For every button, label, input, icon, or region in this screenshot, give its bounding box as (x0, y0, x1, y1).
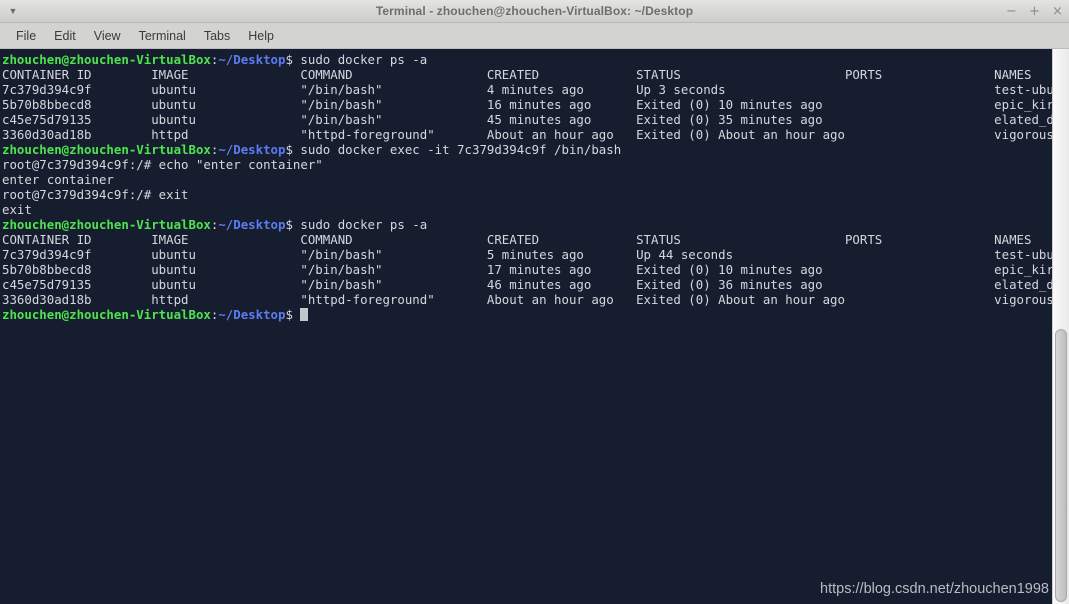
title-bar: ▼ Terminal - zhouchen@zhouchen-VirtualBo… (0, 0, 1069, 23)
close-button[interactable]: × (1052, 5, 1063, 18)
terminal-output-text: CONTAINER ID IMAGE COMMAND CREATED STATU… (2, 232, 1032, 247)
menu-item-file[interactable]: File (7, 26, 45, 46)
terminal-window: ▼ Terminal - zhouchen@zhouchen-VirtualBo… (0, 0, 1069, 604)
prompt-path: ~/Desktop (218, 52, 286, 67)
terminal-output-text: 7c379d394c9f ubuntu "/bin/bash" 5 minute… (2, 247, 1052, 262)
terminal-line: c45e75d79135 ubuntu "/bin/bash" 45 minut… (2, 112, 1052, 127)
terminal-output[interactable]: zhouchen@zhouchen-VirtualBox:~/Desktop$ … (0, 49, 1052, 604)
terminal-output-text: 3360d30ad18b httpd "httpd-foreground" Ab… (2, 292, 1052, 307)
terminal-output-text: 5b70b8bbecd8 ubuntu "/bin/bash" 17 minut… (2, 262, 1052, 277)
terminal-output-text: 3360d30ad18b httpd "httpd-foreground" Ab… (2, 127, 1052, 142)
terminal-line: zhouchen@zhouchen-VirtualBox:~/Desktop$ … (2, 142, 1052, 157)
caret-down-icon[interactable]: ▼ (0, 0, 26, 22)
terminal-line: 5b70b8bbecd8 ubuntu "/bin/bash" 17 minut… (2, 262, 1052, 277)
prompt-dollar: $ (285, 307, 301, 322)
terminal-command: echo "enter container" (158, 157, 323, 172)
window-title: Terminal - zhouchen@zhouchen-VirtualBox:… (375, 4, 694, 18)
menu-bar: File Edit View Terminal Tabs Help (0, 23, 1069, 49)
terminal-line: enter container (2, 172, 1052, 187)
terminal-scrollbar[interactable] (1052, 49, 1069, 604)
scrollbar-thumb[interactable] (1055, 329, 1067, 602)
terminal-output-text: c45e75d79135 ubuntu "/bin/bash" 45 minut… (2, 112, 1052, 127)
menu-item-view[interactable]: View (85, 26, 130, 46)
terminal-command: sudo docker exec -it 7c379d394c9f /bin/b… (300, 142, 622, 157)
terminal-line: 5b70b8bbecd8 ubuntu "/bin/bash" 16 minut… (2, 97, 1052, 112)
prompt-dollar: $ (285, 142, 301, 157)
prompt-path: ~/Desktop (218, 307, 286, 322)
prompt-user-host: zhouchen@zhouchen-VirtualBox (2, 52, 211, 67)
prompt-user-host: zhouchen@zhouchen-VirtualBox (2, 142, 211, 157)
terminal-line: root@7c379d394c9f:/# echo "enter contain… (2, 157, 1052, 172)
terminal-line: zhouchen@zhouchen-VirtualBox:~/Desktop$ … (2, 217, 1052, 232)
menu-item-tabs[interactable]: Tabs (195, 26, 239, 46)
prompt-path: ~/Desktop (218, 217, 286, 232)
menu-item-edit[interactable]: Edit (45, 26, 85, 46)
root-prompt: root@7c379d394c9f:/# (2, 157, 159, 172)
terminal-line: 3360d30ad18b httpd "httpd-foreground" Ab… (2, 127, 1052, 142)
prompt-user-host: zhouchen@zhouchen-VirtualBox (2, 217, 211, 232)
terminal-line: 3360d30ad18b httpd "httpd-foreground" Ab… (2, 292, 1052, 307)
terminal-line: CONTAINER ID IMAGE COMMAND CREATED STATU… (2, 67, 1052, 82)
prompt-path: ~/Desktop (218, 142, 286, 157)
terminal-line: 7c379d394c9f ubuntu "/bin/bash" 5 minute… (2, 247, 1052, 262)
root-prompt: root@7c379d394c9f:/# (2, 187, 159, 202)
window-controls: − + × (1006, 0, 1063, 22)
terminal-output-text: 5b70b8bbecd8 ubuntu "/bin/bash" 16 minut… (2, 97, 1052, 112)
terminal-output-text: 7c379d394c9f ubuntu "/bin/bash" 4 minute… (2, 82, 1052, 97)
prompt-dollar: $ (285, 217, 301, 232)
minimize-button[interactable]: − (1006, 5, 1017, 18)
prompt-dollar: $ (285, 52, 301, 67)
terminal-command: sudo docker ps -a (300, 52, 428, 67)
maximize-button[interactable]: + (1029, 5, 1040, 18)
terminal-area[interactable]: zhouchen@zhouchen-VirtualBox:~/Desktop$ … (0, 49, 1069, 604)
terminal-line: 7c379d394c9f ubuntu "/bin/bash" 4 minute… (2, 82, 1052, 97)
terminal-line: zhouchen@zhouchen-VirtualBox:~/Desktop$ … (2, 52, 1052, 67)
terminal-command: sudo docker ps -a (300, 217, 428, 232)
terminal-line: zhouchen@zhouchen-VirtualBox:~/Desktop$ (2, 307, 1052, 322)
terminal-cursor (300, 308, 308, 321)
terminal-line: root@7c379d394c9f:/# exit (2, 187, 1052, 202)
terminal-command: exit (158, 187, 189, 202)
terminal-output-text: exit (2, 202, 32, 217)
menu-item-terminal[interactable]: Terminal (130, 26, 195, 46)
terminal-output-text: CONTAINER ID IMAGE COMMAND CREATED STATU… (2, 67, 1032, 82)
menu-item-help[interactable]: Help (239, 26, 283, 46)
terminal-line: CONTAINER ID IMAGE COMMAND CREATED STATU… (2, 232, 1052, 247)
terminal-line: c45e75d79135 ubuntu "/bin/bash" 46 minut… (2, 277, 1052, 292)
terminal-output-text: enter container (2, 172, 114, 187)
prompt-user-host: zhouchen@zhouchen-VirtualBox (2, 307, 211, 322)
terminal-output-text: c45e75d79135 ubuntu "/bin/bash" 46 minut… (2, 277, 1052, 292)
terminal-line: exit (2, 202, 1052, 217)
